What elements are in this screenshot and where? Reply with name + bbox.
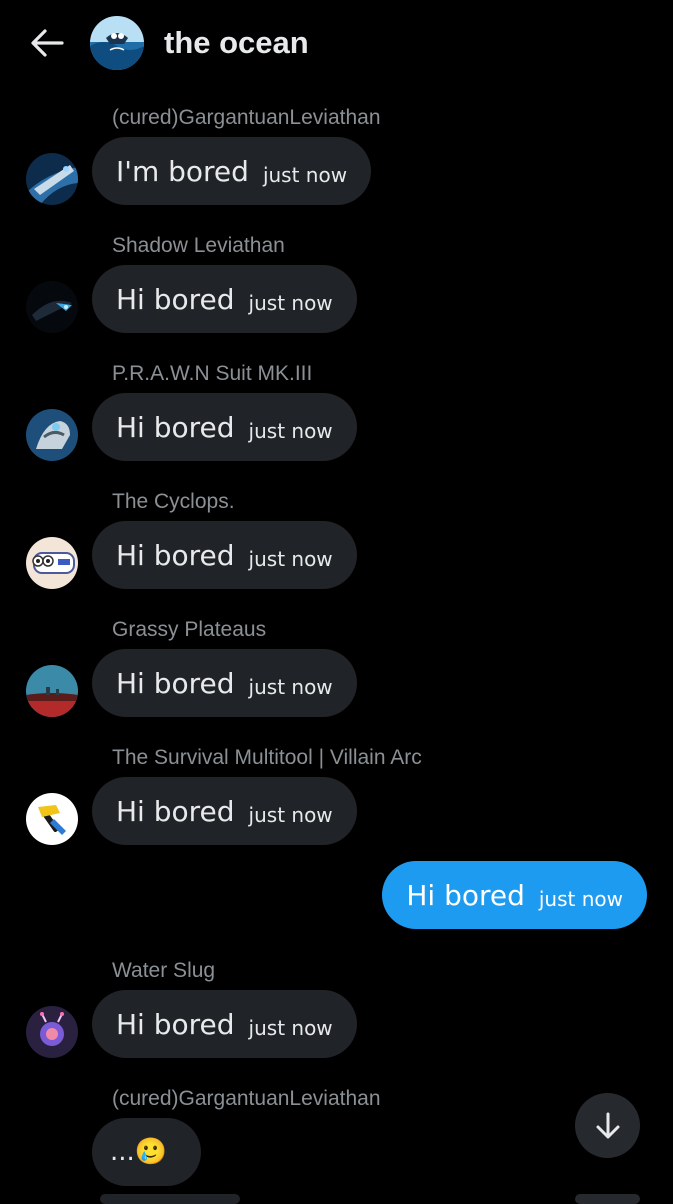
avatar[interactable] (26, 665, 78, 717)
scroll-to-bottom-button[interactable] (575, 1093, 640, 1158)
avatar[interactable] (26, 1006, 78, 1058)
group-avatar[interactable] (90, 16, 144, 70)
message-text: Hi bored (116, 410, 235, 444)
message-bubble[interactable]: Hi bored just now (92, 393, 357, 461)
message-text: Hi bored (406, 878, 525, 912)
avatar[interactable] (26, 281, 78, 333)
message-text: ...🥲 (110, 1137, 168, 1167)
scroll-button-shadow (575, 1194, 640, 1204)
next-message-bubble (100, 1194, 240, 1204)
message-bubble[interactable]: ...🥲 (92, 1118, 201, 1186)
avatar[interactable] (26, 793, 78, 845)
message-bubble[interactable]: Hi bored just now (92, 649, 357, 717)
avatar[interactable] (26, 409, 78, 461)
message-timestamp: just now (248, 291, 333, 315)
arrow-down-icon (596, 1112, 619, 1138)
message-bubble[interactable]: Hi bored just now (92, 990, 357, 1058)
message-text: Hi bored (116, 666, 235, 700)
message-timestamp: just now (538, 887, 623, 911)
avatar[interactable] (26, 153, 78, 205)
message-text: Hi bored (116, 1007, 235, 1041)
message-timestamp: just now (248, 1016, 333, 1040)
sender-name[interactable]: The Survival Multitool | Villain Arc (112, 746, 422, 770)
message-timestamp: just now (248, 419, 333, 443)
message-bubble[interactable]: I'm bored just now (92, 137, 372, 205)
chat-header: the ocean (0, 0, 673, 86)
arrow-left-icon (31, 29, 64, 57)
chat-title[interactable]: the ocean (164, 24, 309, 62)
message-text: Hi bored (116, 282, 235, 316)
message-timestamp: just now (248, 675, 333, 699)
message-bubble[interactable]: Hi bored just now (92, 265, 357, 333)
message-text: Hi bored (116, 794, 235, 828)
sender-name[interactable]: Water Slug (112, 959, 215, 983)
sender-name[interactable]: (cured)GargantuanLeviathan (112, 1087, 381, 1111)
own-message-bubble[interactable]: Hi bored just now (382, 861, 647, 929)
message-timestamp: just now (248, 803, 333, 827)
message-bubble[interactable]: Hi bored just now (92, 777, 357, 845)
message-timestamp: just now (262, 163, 348, 187)
sender-name[interactable]: (cured)GargantuanLeviathan (112, 106, 381, 130)
message-timestamp: just now (248, 547, 333, 571)
sender-name[interactable]: Shadow Leviathan (112, 234, 285, 258)
sender-name[interactable]: Grassy Plateaus (112, 618, 266, 642)
avatar[interactable] (26, 537, 78, 589)
back-button[interactable] (24, 22, 70, 64)
message-text: Hi bored (116, 538, 235, 572)
message-text: I'm bored (116, 154, 249, 188)
sender-name[interactable]: P.R.A.W.N Suit MK.III (112, 362, 312, 386)
sender-name[interactable]: The Cyclops. (112, 490, 235, 514)
message-bubble[interactable]: Hi bored just now (92, 521, 357, 589)
